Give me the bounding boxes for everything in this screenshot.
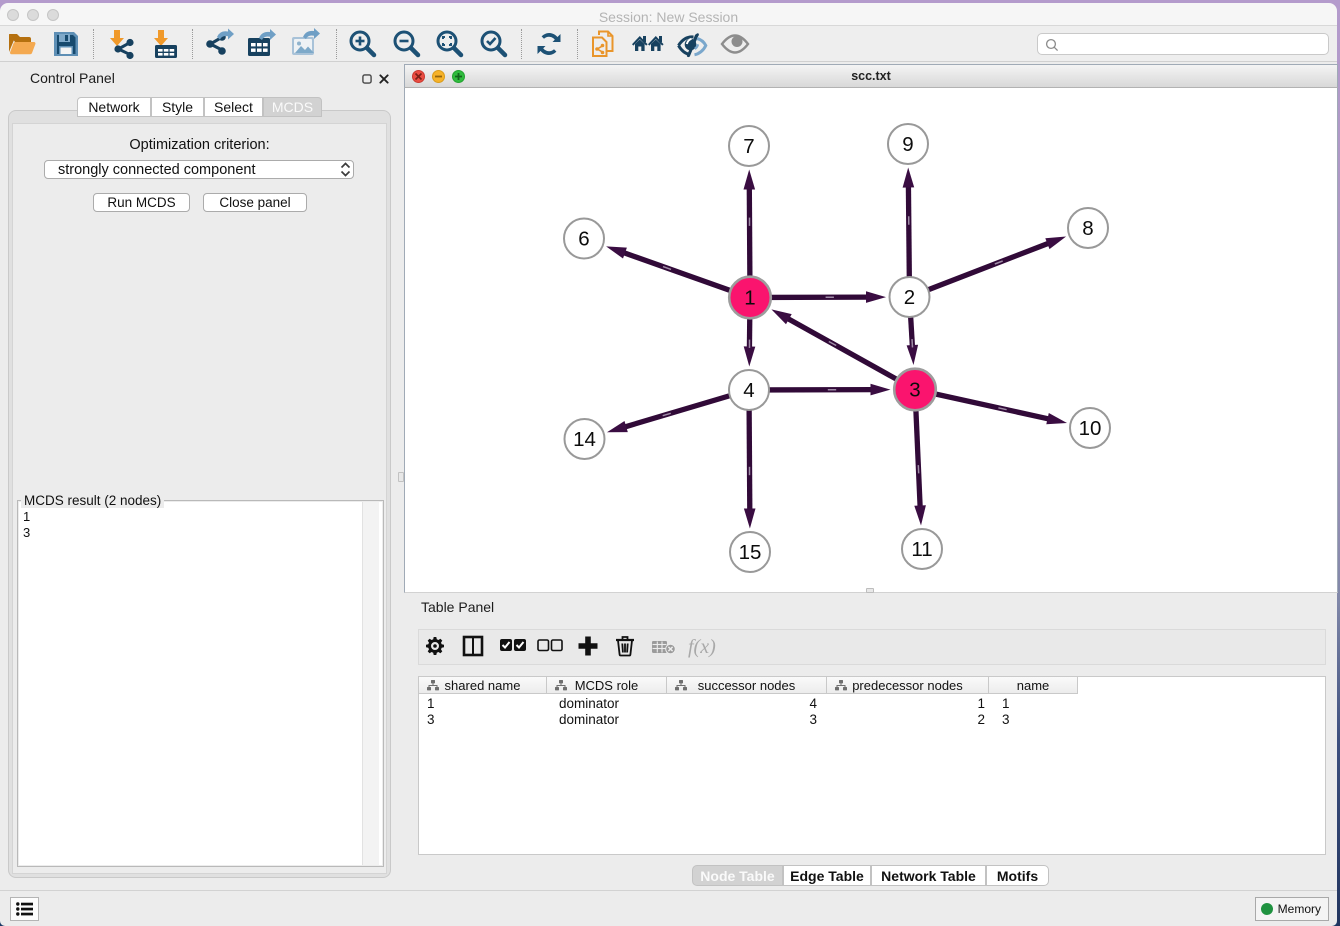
svg-text:8: 8: [1082, 217, 1093, 240]
svg-text:11: 11: [911, 538, 932, 561]
svg-text:4: 4: [743, 379, 754, 402]
svg-text:9: 9: [902, 133, 913, 156]
svg-text:1: 1: [744, 287, 755, 310]
svg-text:2: 2: [904, 286, 915, 309]
svg-text:3: 3: [909, 379, 920, 402]
svg-text:7: 7: [743, 135, 754, 158]
svg-text:10: 10: [1079, 417, 1102, 440]
svg-text:14: 14: [573, 428, 596, 451]
svg-text:6: 6: [578, 228, 589, 251]
svg-text:15: 15: [739, 541, 762, 564]
